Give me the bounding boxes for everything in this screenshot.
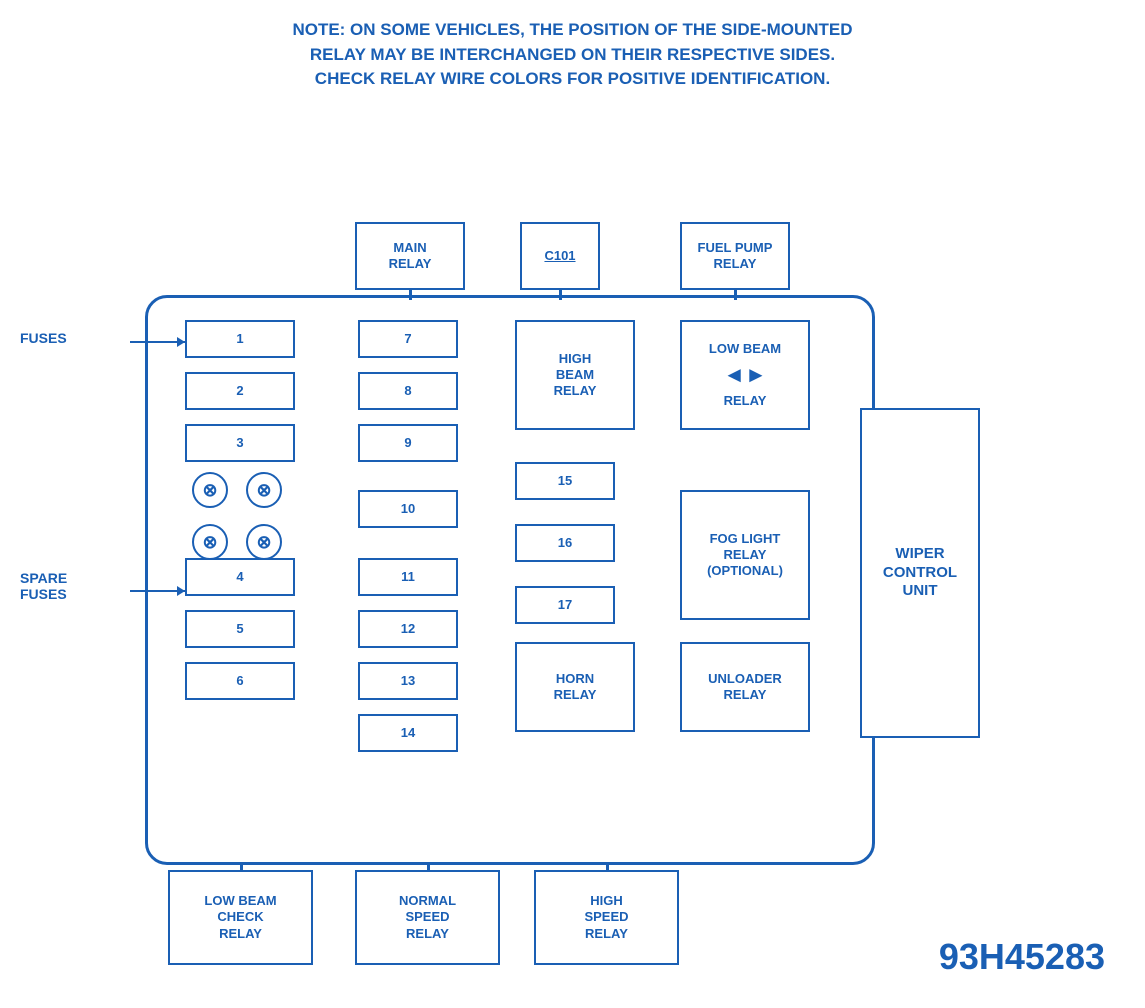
- wiper-control-unit: WIPER CONTROL UNIT: [860, 408, 980, 738]
- fuse-slot-14: 14: [358, 714, 458, 752]
- fuel-pump-relay-box: FUEL PUMP RELAY: [680, 222, 790, 290]
- fuse-slot-9: 9: [358, 424, 458, 462]
- fuse-slot-16: 16: [515, 524, 615, 562]
- c101-box: C101: [520, 222, 600, 290]
- fuse-slot-5: 5: [185, 610, 295, 648]
- spare-fuses-label: SPARE FUSES: [20, 570, 67, 602]
- diagram-container: NOTE: ON SOME VEHICLES, THE POSITION OF …: [0, 0, 1145, 1008]
- fuse-slot-6: 6: [185, 662, 295, 700]
- fuse-slot-15: 15: [515, 462, 615, 500]
- spare-fuse-circle-3: ⊗: [192, 524, 228, 560]
- horn-relay: HORN RELAY: [515, 642, 635, 732]
- unloader-relay: UNLOADER RELAY: [680, 642, 810, 732]
- spare-fuses-arrow: [130, 590, 185, 592]
- fuse-slot-8: 8: [358, 372, 458, 410]
- spare-fuse-circle-1: ⊗: [192, 472, 228, 508]
- part-number: 93H45283: [939, 936, 1105, 978]
- fog-light-relay: FOG LIGHT RELAY (OPTIONAL): [680, 490, 810, 620]
- fuse-slot-2: 2: [185, 372, 295, 410]
- low-beam-check-relay: LOW BEAM CHECK RELAY: [168, 870, 313, 965]
- fuse-slot-10: 10: [358, 490, 458, 528]
- fuses-label: FUSES: [20, 330, 67, 346]
- normal-speed-relay: NORMAL SPEED RELAY: [355, 870, 500, 965]
- note-text: NOTE: ON SOME VEHICLES, THE POSITION OF …: [20, 18, 1125, 92]
- fuse-slot-4: 4: [185, 558, 295, 596]
- high-speed-relay: HIGH SPEED RELAY: [534, 870, 679, 965]
- fuses-arrow: [130, 341, 185, 343]
- fuse-slot-1: 1: [185, 320, 295, 358]
- fuse-slot-12: 12: [358, 610, 458, 648]
- spare-fuse-circle-4: ⊗: [246, 524, 282, 560]
- fuse-slot-17: 17: [515, 586, 615, 624]
- main-relay-box: MAIN RELAY: [355, 222, 465, 290]
- fuse-slot-13: 13: [358, 662, 458, 700]
- high-beam-relay: HIGH BEAM RELAY: [515, 320, 635, 430]
- spare-fuse-circle-2: ⊗: [246, 472, 282, 508]
- fuse-slot-3: 3: [185, 424, 295, 462]
- fuse-slot-7: 7: [358, 320, 458, 358]
- fuse-slot-11: 11: [358, 558, 458, 596]
- low-beam-relay: LOW BEAM ◄► RELAY: [680, 320, 810, 430]
